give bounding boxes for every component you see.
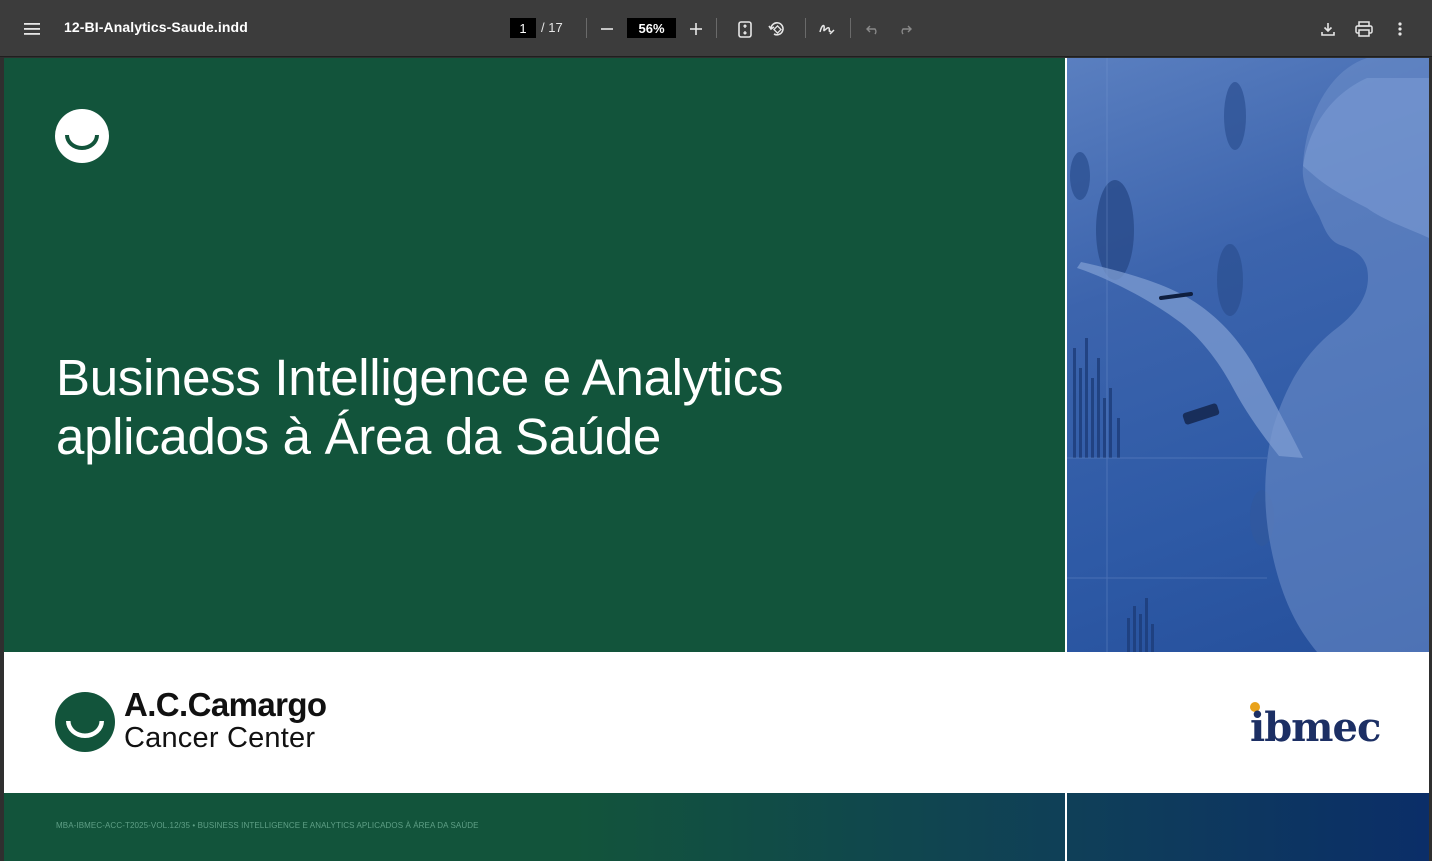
document-page: Business Intelligence e Analytics aplica…: [4, 58, 1429, 861]
annotate-icon[interactable]: [812, 14, 842, 44]
acc-logo-icon: [55, 692, 115, 757]
footer-reference: MBA-IBMEC-ACC-T2025-VOL.12/35 • BUSINESS…: [56, 821, 479, 830]
more-icon[interactable]: [1385, 14, 1415, 44]
zoom-out-icon[interactable]: [592, 14, 622, 44]
pdf-viewer-toolbar: 12-BI-Analytics-Saude.indd / 17: [0, 0, 1432, 57]
cover-title-line1: Business Intelligence e Analytics: [56, 349, 784, 406]
page-total: / 17: [541, 20, 563, 35]
rotate-icon[interactable]: [762, 14, 792, 44]
undo-icon[interactable]: [858, 14, 888, 44]
zoom-input[interactable]: [627, 18, 676, 38]
toolbar-divider: [586, 18, 587, 38]
toolbar-divider: [805, 18, 806, 38]
menu-icon[interactable]: [17, 14, 47, 44]
toolbar-divider: [850, 18, 851, 38]
cover-photo: [1067, 58, 1429, 652]
download-icon[interactable]: [1313, 14, 1343, 44]
redo-icon[interactable]: [890, 14, 920, 44]
document-title: 12-BI-Analytics-Saude.indd: [64, 19, 248, 35]
zoom-in-icon[interactable]: [681, 14, 711, 44]
institution-name: A.C.Camargo: [124, 686, 327, 723]
cover-title-line2: aplicados à Área da Saúde: [56, 408, 661, 465]
smile-logo-icon: [55, 109, 109, 168]
cover-title: Business Intelligence e Analytics aplica…: [56, 348, 783, 466]
page-number-input[interactable]: [510, 18, 536, 38]
footer-separator: [1065, 793, 1067, 861]
toolbar-divider: [716, 18, 717, 38]
print-icon[interactable]: [1349, 14, 1379, 44]
institution-subtitle: Cancer Center: [124, 722, 316, 754]
partner-logo: ibmec: [1250, 704, 1381, 751]
fit-page-icon[interactable]: [730, 14, 760, 44]
